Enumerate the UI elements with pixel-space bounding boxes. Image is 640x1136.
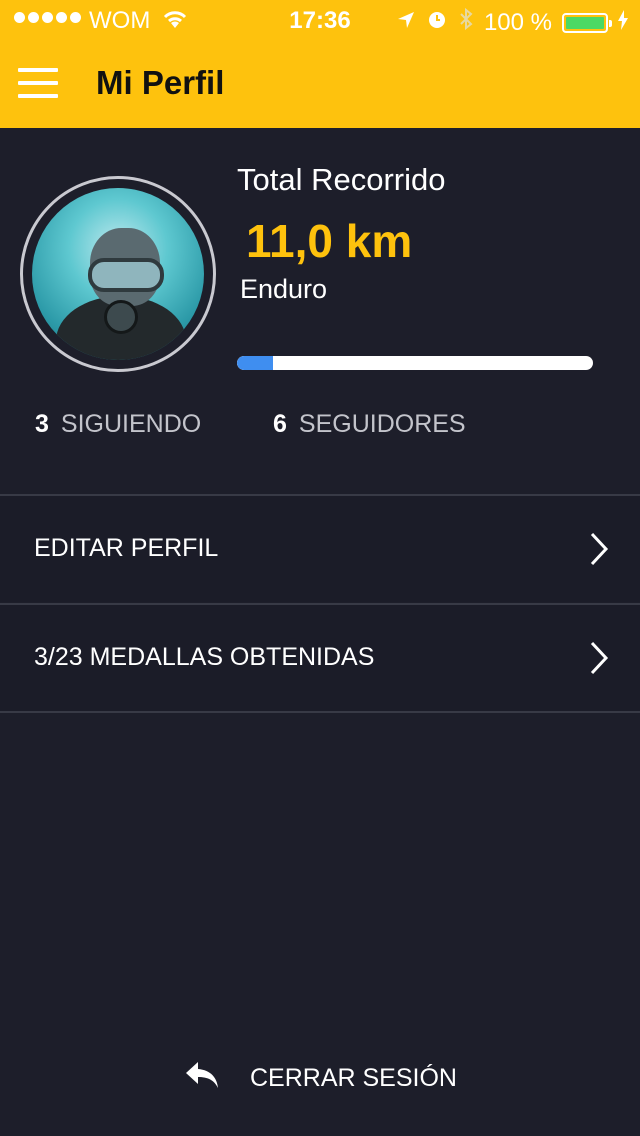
rider-category: Enduro <box>240 274 328 304</box>
menu-icon[interactable] <box>18 68 58 100</box>
alarm-icon <box>426 8 448 37</box>
reply-arrow-icon <box>184 1060 220 1090</box>
following-label: SIGUIENDO <box>60 410 202 438</box>
page-title: Mi Perfil <box>96 64 225 101</box>
total-distance-value: 11,0 km <box>246 215 413 267</box>
status-bar: WOM 17:36 100 % <box>0 0 640 40</box>
following-stat[interactable]: 3 SIGUIENDO <box>35 410 201 439</box>
level-progress-fill <box>237 356 273 370</box>
charging-icon <box>618 9 628 37</box>
edit-profile-label: EDITAR PERFIL <box>34 534 219 562</box>
followers-label: SEGUIDORES <box>298 410 466 438</box>
level-progress-bar <box>237 356 593 370</box>
location-arrow-icon <box>396 9 416 37</box>
logout-label: CERRAR SESIÓN <box>250 1064 457 1092</box>
battery-percentage: 100 % <box>483 8 552 36</box>
logout-button[interactable]: CERRAR SESIÓN <box>0 1058 640 1102</box>
follow-stats: 3 SIGUIENDO 6 SEGUIDORES <box>0 410 640 444</box>
avatar[interactable] <box>32 188 204 360</box>
total-distance-label: Total Recorrido <box>237 162 446 197</box>
following-count: 3 <box>35 410 49 438</box>
edit-profile-row[interactable]: EDITAR PERFIL <box>0 494 640 602</box>
medals-label: 3/23 MEDALLAS OBTENIDAS <box>34 643 375 671</box>
followers-count: 6 <box>273 410 287 438</box>
navigation-bar: Mi Perfil <box>0 40 640 128</box>
divider <box>0 711 640 713</box>
followers-stat[interactable]: 6 SEGUIDORES <box>273 410 466 439</box>
chevron-right-icon <box>588 530 610 568</box>
chevron-right-icon <box>588 639 610 677</box>
bluetooth-icon <box>458 7 474 38</box>
battery-icon <box>562 12 612 33</box>
medals-row[interactable]: 3/23 MEDALLAS OBTENIDAS <box>0 603 640 711</box>
